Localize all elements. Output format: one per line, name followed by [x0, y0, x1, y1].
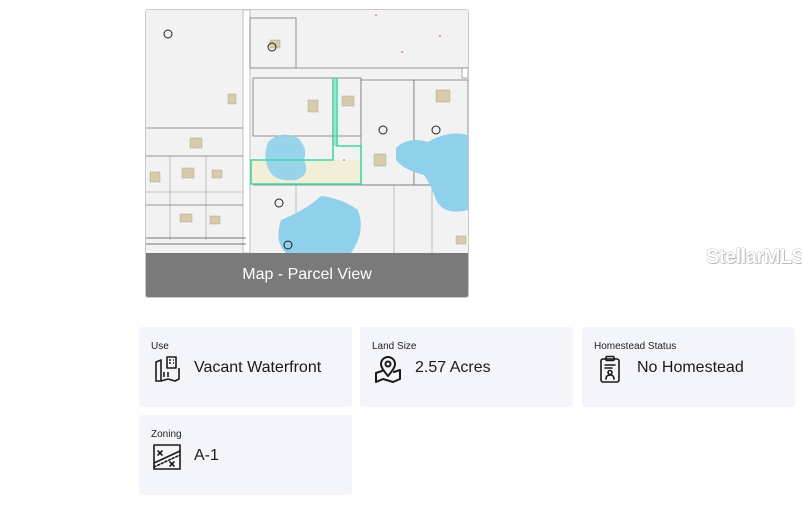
- zoning-tile: Zoning A-1: [139, 415, 352, 495]
- parcel-map: [146, 10, 468, 253]
- homestead-status-value: No Homestead: [637, 359, 744, 376]
- zoning-value: A-1: [194, 447, 219, 464]
- homestead-status-label: Homestead Status: [594, 341, 677, 352]
- building-map-icon: [155, 356, 180, 382]
- zoning-label: Zoning: [151, 429, 182, 440]
- land-size-tile: Land Size 2.57 Acres: [360, 327, 573, 407]
- parcel-map-card[interactable]: Map - Parcel View: [145, 9, 469, 298]
- zoning-map-icon: [153, 444, 181, 470]
- use-tile: Use Vacant Waterfront: [139, 327, 352, 407]
- use-value: Vacant Waterfront: [194, 359, 322, 376]
- map-pin-icon: [375, 356, 401, 383]
- map-caption: Map - Parcel View: [146, 253, 468, 297]
- homestead-status-tile: Homestead Status No Homestead: [582, 327, 795, 407]
- stellarmls-watermark: StellarMLS: [706, 246, 802, 268]
- land-size-value: 2.57 Acres: [415, 359, 491, 376]
- clipboard-person-icon: [600, 355, 620, 383]
- land-size-label: Land Size: [372, 341, 417, 352]
- use-label: Use: [151, 341, 169, 352]
